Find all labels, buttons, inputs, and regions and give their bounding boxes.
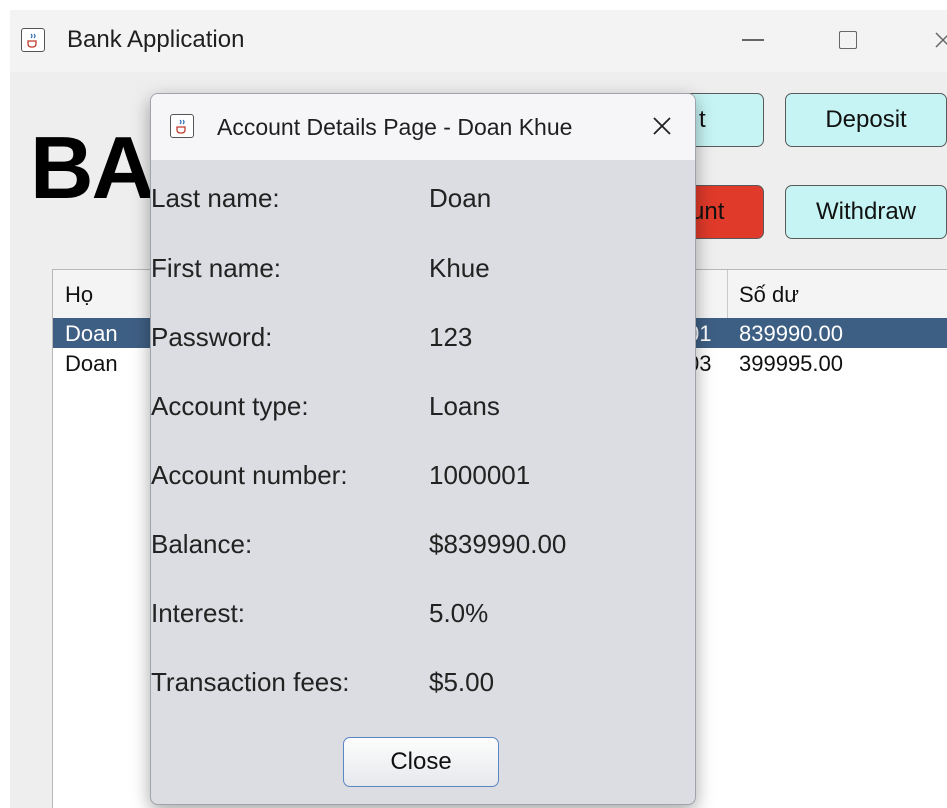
value-balance: $839990.00 [429,529,567,559]
value-account-type: Loans [429,391,500,421]
label-interest: Interest: [151,598,245,628]
value-first-name: Khue [429,253,490,283]
label-balance: Balance: [151,529,253,559]
column-header-last-name[interactable]: Họ [65,282,93,308]
column-header-balance[interactable]: Số dư [739,282,799,308]
label-last-name: Last name: [151,183,280,213]
value-account-number: 1000001 [429,460,531,490]
cell-balance: 839990.00 [739,321,843,346]
dialog-titlebar: Account Details Page - Doan Khue [151,94,695,160]
minimize-button[interactable] [730,20,776,60]
minimize-icon [742,39,764,41]
label-first-name: First name: [151,253,282,283]
cell-last-name: Doan [65,321,118,346]
column-divider [727,270,728,318]
java-cup-icon [170,114,194,138]
value-transaction-fees: $5.00 [429,667,495,697]
close-icon [653,117,671,135]
cell-balance: 399995.00 [739,351,843,376]
close-icon [935,32,947,48]
dialog-title: Account Details Page - Doan Khue [217,114,573,140]
value-last-name: Doan [429,183,492,213]
window-titlebar: Bank Application [10,10,947,72]
value-interest: 5.0% [429,598,489,628]
withdraw-button[interactable]: Withdraw [785,185,947,239]
cell-last-name: Doan [65,351,118,376]
maximize-icon [839,31,857,49]
java-cup-icon [21,28,45,52]
label-account-type: Account type: [151,391,309,421]
label-password: Password: [151,322,273,352]
close-button[interactable]: Close [343,737,499,787]
app-heading: BA [30,118,155,217]
value-password: 123 [429,322,473,352]
window-close-button[interactable] [920,20,947,60]
label-account-number: Account number: [151,460,348,490]
maximize-button[interactable] [825,20,871,60]
dialog-close-x-button[interactable] [644,108,680,144]
account-details-dialog: Account Details Page - Doan Khue Last na… [150,93,696,805]
deposit-button[interactable]: Deposit [785,93,947,147]
label-transaction-fees: Transaction fees: [151,667,350,697]
window-title: Bank Application [67,26,245,53]
